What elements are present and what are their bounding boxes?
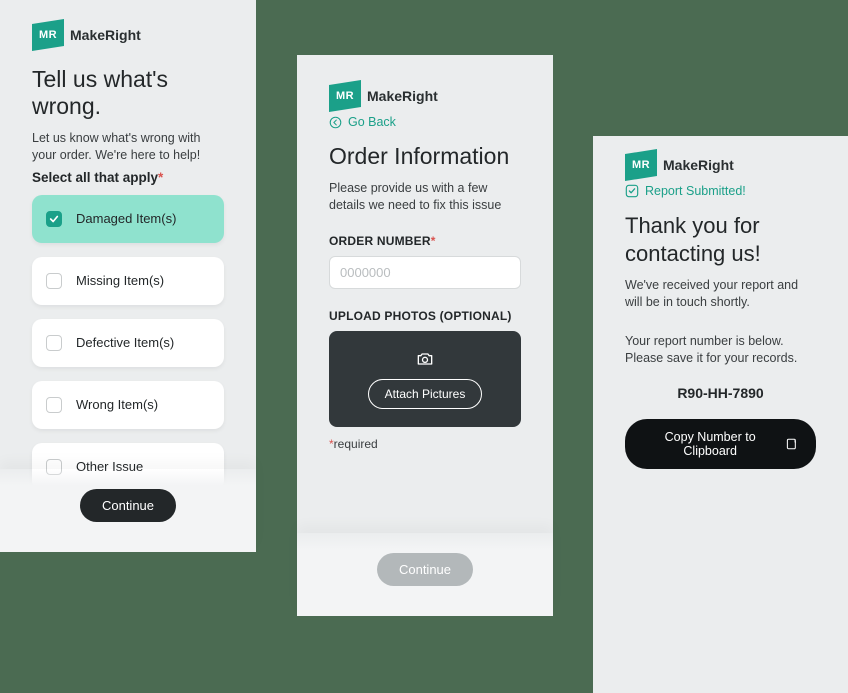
panel-order-info: MR MakeRight Go Back Order Information P… (297, 55, 553, 616)
confirmation-line-2: Your report number is below. Please save… (625, 333, 816, 367)
select-all-label: Select all that apply* (32, 170, 224, 185)
brand-badge: MR (625, 154, 657, 176)
brand-badge: MR (329, 85, 361, 107)
camera-icon (415, 349, 435, 369)
checkbox-icon (46, 397, 62, 413)
required-asterisk: * (158, 170, 163, 185)
panel-confirmation: MR MakeRight Report Submitted! Thank you… (593, 136, 848, 693)
required-note-text: required (334, 437, 378, 451)
brand-logo: MR MakeRight (329, 85, 521, 107)
copy-number-button[interactable]: Copy Number to Clipboard (625, 419, 816, 469)
checkbox-icon (46, 211, 62, 227)
order-number-input[interactable] (329, 256, 521, 289)
continue-button-disabled: Continue (377, 553, 473, 586)
brand-name: MakeRight (367, 88, 438, 104)
check-circle-icon (625, 184, 639, 198)
upload-label: UPLOAD PHOTOS (OPTIONAL) (329, 309, 521, 323)
page-title: Order Information (329, 143, 521, 170)
option-defective[interactable]: Defective Item(s) (32, 319, 224, 367)
continue-button[interactable]: Continue (80, 489, 176, 522)
submitted-text: Report Submitted! (645, 184, 746, 198)
option-label: Missing Item(s) (76, 273, 164, 288)
order-number-label: ORDER NUMBER* (329, 234, 521, 248)
attach-pictures-button[interactable]: Attach Pictures (368, 379, 483, 409)
copy-button-label: Copy Number to Clipboard (643, 430, 777, 458)
panel-select-issue: MR MakeRight Tell us what's wrong. Let u… (0, 0, 256, 552)
brand-name: MakeRight (70, 27, 141, 43)
checkbox-icon (46, 273, 62, 289)
clipboard-icon (785, 437, 798, 451)
required-note: *required (329, 437, 521, 451)
panel-footer: Continue (297, 533, 553, 616)
go-back-text: Go Back (348, 115, 396, 129)
page-title: Tell us what's wrong. (32, 66, 224, 120)
brand-badge: MR (32, 24, 64, 46)
page-subtitle: Let us know what's wrong with your order… (32, 130, 224, 164)
option-label: Damaged Item(s) (76, 211, 176, 226)
panel-footer: Continue (0, 469, 256, 552)
page-title: Thank you for contacting us! (625, 212, 816, 267)
submitted-badge: Report Submitted! (625, 184, 816, 198)
option-missing[interactable]: Missing Item(s) (32, 257, 224, 305)
option-label: Defective Item(s) (76, 335, 174, 350)
option-damaged[interactable]: Damaged Item(s) (32, 195, 224, 243)
confirmation-line-1: We've received your report and will be i… (625, 277, 816, 311)
option-label: Wrong Item(s) (76, 397, 158, 412)
report-number: R90-HH-7890 (625, 385, 816, 401)
upload-dropzone[interactable]: Attach Pictures (329, 331, 521, 427)
go-back-link[interactable]: Go Back (329, 115, 521, 129)
brand-logo: MR MakeRight (625, 154, 816, 176)
select-all-text: Select all that apply (32, 170, 158, 185)
brand-name: MakeRight (663, 157, 734, 173)
brand-logo: MR MakeRight (32, 24, 224, 46)
arrow-left-circle-icon (329, 116, 342, 129)
issue-options-list: Damaged Item(s) Missing Item(s) Defectiv… (32, 195, 224, 491)
required-asterisk: * (431, 234, 436, 248)
page-subtitle: Please provide us with a few details we … (329, 180, 521, 214)
option-wrong[interactable]: Wrong Item(s) (32, 381, 224, 429)
checkbox-icon (46, 335, 62, 351)
order-number-label-text: ORDER NUMBER (329, 234, 431, 248)
